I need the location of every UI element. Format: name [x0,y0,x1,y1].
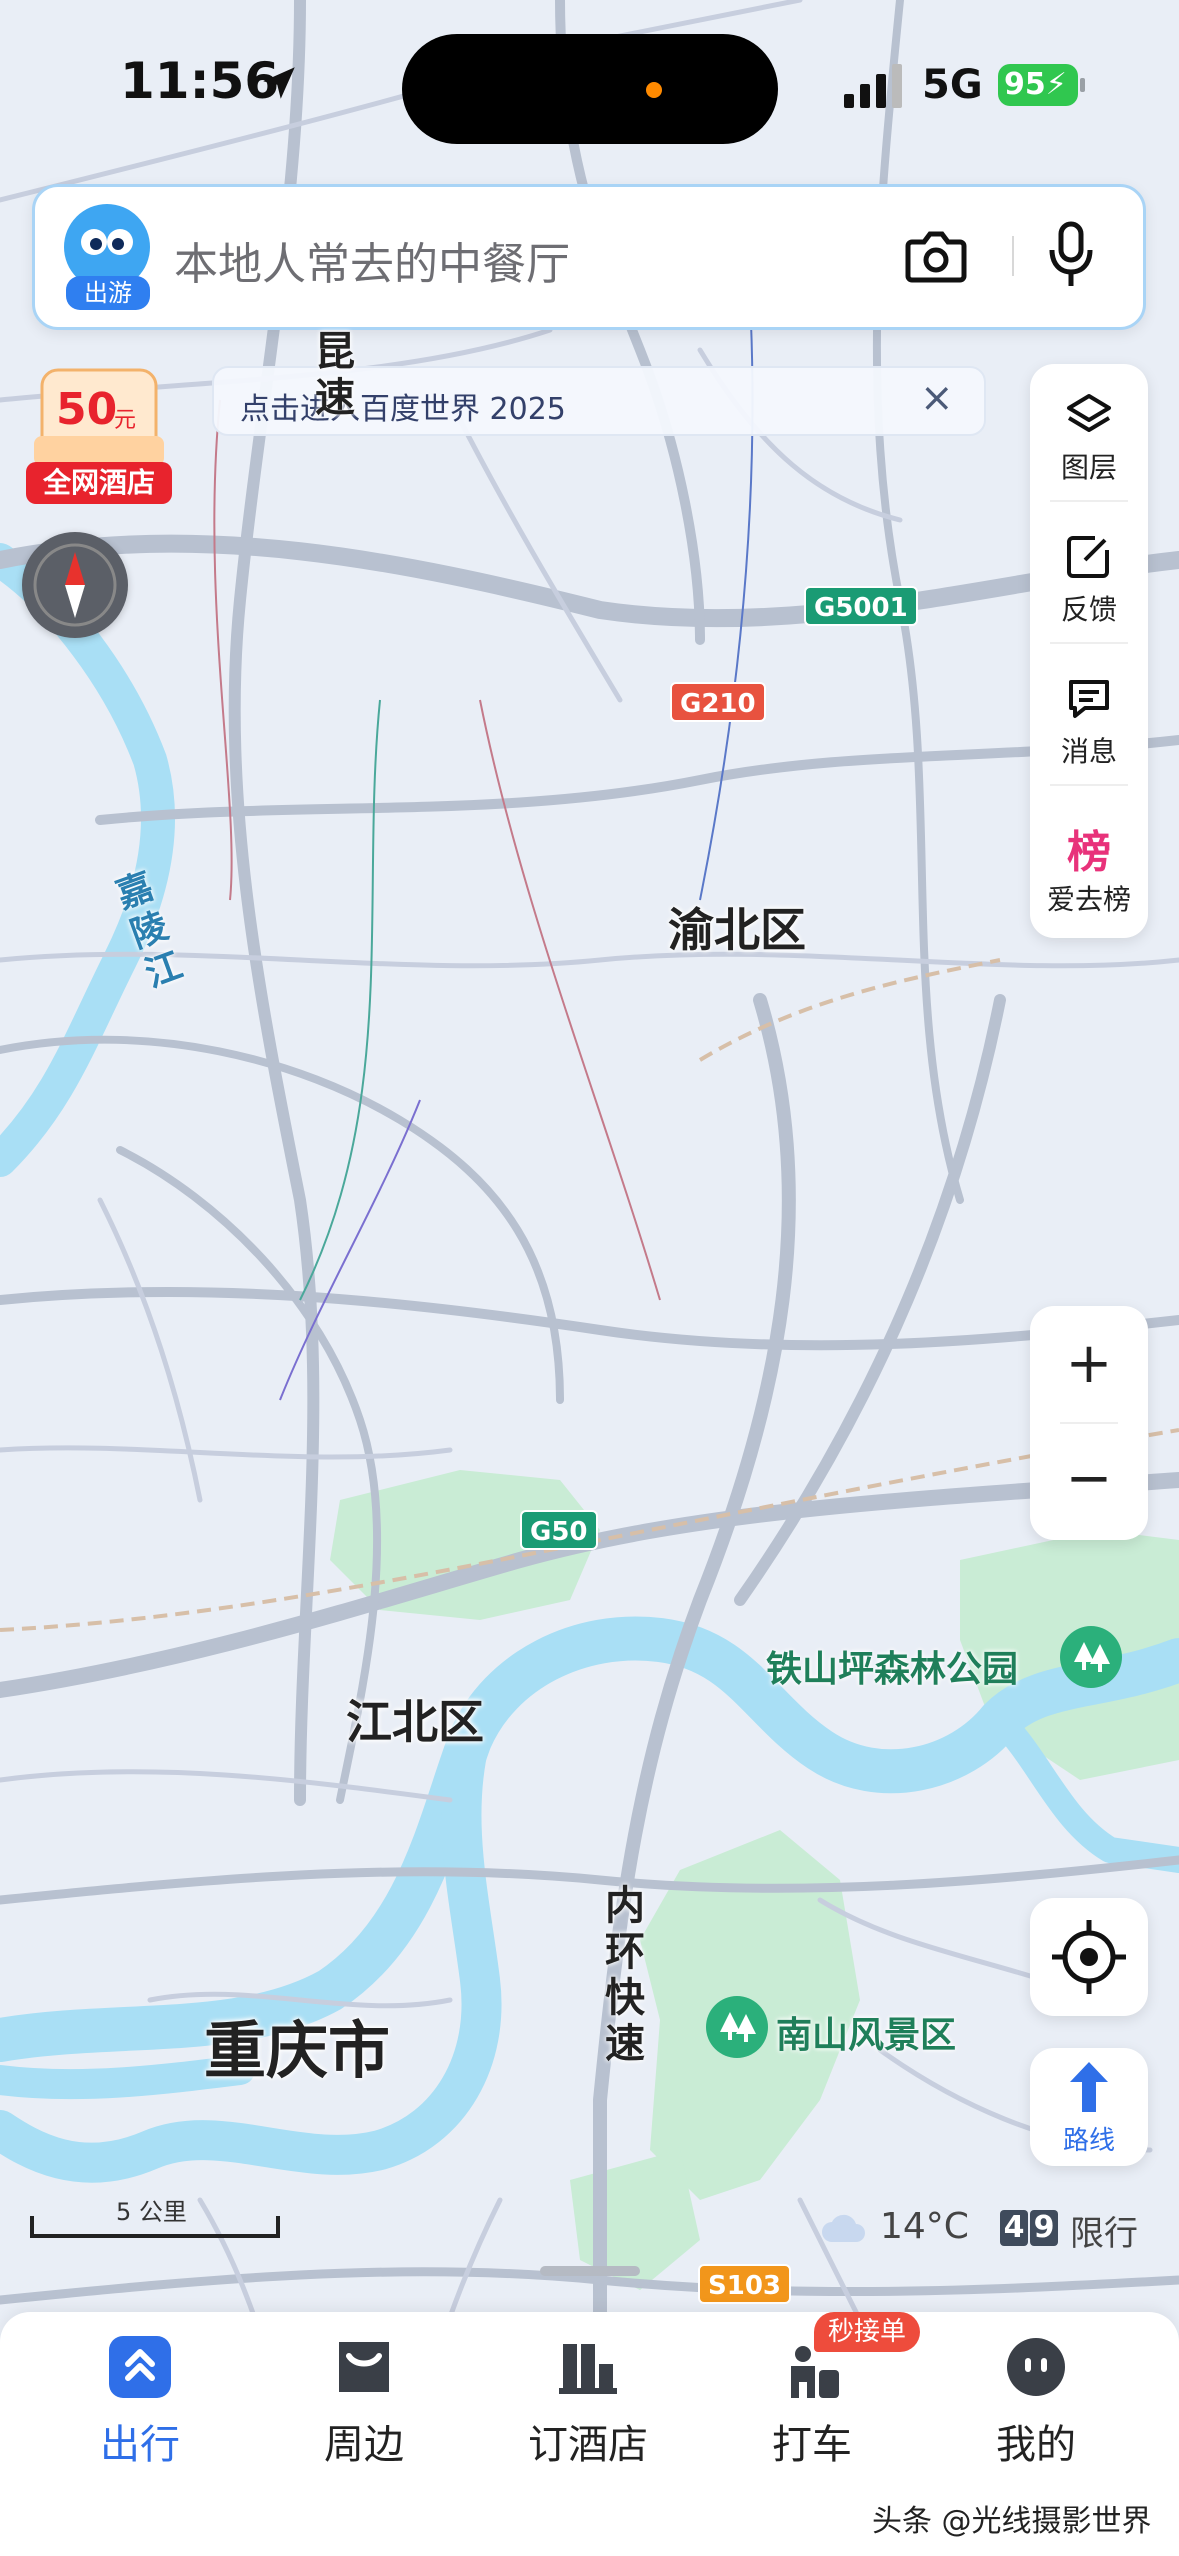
profile-icon [1007,2338,1065,2396]
tab-profile-label: 我的 [996,2422,1076,2468]
restricted-plate-digit: 9 [1030,2210,1058,2246]
travel-icon [109,2336,171,2398]
poi-label-nanshan[interactable]: 南山风景区 [776,2006,956,2058]
layers-icon[interactable] [1065,390,1113,438]
restricted-plate-digit: 4 [1000,2210,1028,2246]
tab-hotel-label: 订酒店 [528,2422,648,2468]
compass-icon [33,543,117,627]
sheet-drag-handle[interactable] [540,2266,640,2276]
tab-nearby-label: 周边 [324,2422,404,2468]
coupon-unit: 元 [114,408,137,433]
charging-bolt-icon: ⚡ [1045,67,1067,102]
route-label[interactable]: 路线 [1030,2120,1148,2157]
route-arrow-icon [1070,2062,1108,2112]
weather-temperature[interactable]: 14°C [880,2206,969,2247]
poi-label-tieshanping[interactable]: 铁山坪森林公园 [766,1640,1018,1692]
mascot-badge: 出游 [66,276,150,310]
panel-divider [1050,500,1128,502]
hotel-icon [559,2344,617,2394]
close-icon[interactable]: × [920,378,954,418]
scale-bar [30,2216,280,2238]
tab-profile[interactable]: 我的 [936,2312,1136,2512]
park-pin-icon[interactable] [706,1996,768,2058]
battery-cap [1080,78,1085,92]
network-type: 5G [922,62,983,108]
cloud-icon [822,2214,865,2242]
taxi-badge: 秒接单 [814,2312,921,2352]
tab-travel-label: 出行 [100,2422,180,2468]
signal-icon [844,64,902,108]
status-time: 11:56 [120,52,280,110]
message-icon[interactable] [1065,674,1113,722]
panel-divider [1050,642,1128,644]
coupon-amount: 50 [56,384,118,435]
expressway-label: 昆速 [308,330,354,422]
locate-button[interactable] [1030,1898,1148,2016]
search-divider [1012,236,1014,276]
privacy-indicator [646,82,662,98]
coupon-label: 全网酒店 [26,462,172,504]
tab-travel[interactable]: 出行 [40,2312,240,2512]
ranking-label[interactable]: 爱去榜 [1030,878,1148,918]
road-shield-g5001: G5001 [804,586,918,626]
feedback-label[interactable]: 反馈 [1030,588,1148,628]
park-pin-icon[interactable] [1060,1626,1122,1688]
search-input[interactable]: 本地人常去的中餐厅 [174,228,570,292]
promo-banner-text[interactable]: 点击进入百度世界 2025 [240,384,566,428]
map-tools-panel: 图层 反馈 消息 榜 爱去榜 [1030,364,1148,938]
dynamic-island [402,34,778,144]
feedback-icon[interactable] [1065,532,1113,580]
tree-icon [1074,1642,1110,1672]
microphone-icon[interactable] [1046,220,1096,290]
battery-indicator: 95⚡ [998,64,1078,106]
traffic-restriction-label[interactable]: 限行 [1070,2206,1138,2255]
compass-button[interactable] [22,532,128,638]
zoom-out-button[interactable]: − [1030,1424,1148,1540]
layers-label[interactable]: 图层 [1030,446,1148,486]
watermark-text: 头条 @光线摄影世界 [872,2504,1152,2539]
road-shield-s103: S103 [698,2264,791,2304]
tab-nearby[interactable]: 周边 [264,2312,464,2512]
city-label[interactable]: 重庆市 [204,2000,390,2090]
tree-icon [720,2012,756,2042]
panel-divider [1050,784,1128,786]
ranking-icon[interactable]: 榜 [1030,816,1148,880]
camera-icon[interactable] [904,228,968,284]
location-arrow-icon [263,67,295,99]
district-label-yubei[interactable]: 渝北区 [668,894,806,960]
message-label[interactable]: 消息 [1030,730,1148,770]
road-shield-g210: G210 [670,682,766,722]
battery-level: 95 [1004,67,1046,102]
zoom-in-button[interactable]: + [1030,1306,1148,1422]
tab-taxi-label: 打车 [772,2422,852,2468]
tab-hotel[interactable]: 订酒店 [488,2312,688,2512]
road-shield-g50: G50 [520,1510,598,1550]
inner-ring-label: 内环快速 [598,1884,644,2068]
crosshair-icon [1052,1920,1126,1994]
district-label-jiangbei[interactable]: 江北区 [346,1686,484,1752]
nearby-icon [339,2342,389,2392]
